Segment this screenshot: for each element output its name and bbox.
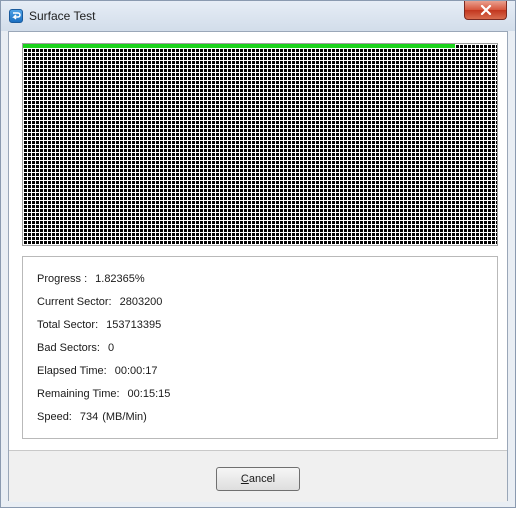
title-bar[interactable]: Surface Test: [1, 1, 515, 31]
remaining-time-value: 00:15:15: [127, 388, 171, 400]
cancel-label: ancel: [248, 473, 276, 485]
speed-row: Speed: 734 (MB/Min): [37, 411, 147, 425]
sector-map-completed: [23, 44, 455, 48]
cancel-mnemonic: C: [240, 473, 249, 485]
progress-label: Progress :: [37, 273, 88, 285]
surface-test-window: Surface Test Progress : 1.82365% Current …: [0, 0, 516, 508]
cancel-button[interactable]: Cancel: [216, 467, 300, 491]
info-panel: Progress : 1.82365% Current Sector: 280320…: [22, 256, 498, 439]
close-button[interactable]: [464, 1, 507, 20]
close-icon: [480, 5, 492, 15]
progress-row: Progress : 1.82365%: [37, 273, 145, 287]
remaining-time-row: Remaining Time: 00:15:15: [37, 388, 170, 402]
bad-sectors-value: 0: [107, 342, 115, 354]
speed-unit: (MB/Min): [102, 411, 147, 423]
current-sector-row: Current Sector: 2803200: [37, 296, 162, 310]
app-icon: [9, 9, 23, 23]
elapsed-time-label: Elapsed Time:: [37, 365, 107, 377]
sector-map: [22, 43, 498, 246]
remaining-time-label: Remaining Time:: [37, 388, 120, 400]
total-sector-value: 153713395: [106, 319, 162, 331]
total-sector-row: Total Sector: 153713395: [37, 319, 161, 333]
bad-sectors-row: Bad Sectors: 0: [37, 342, 114, 356]
bad-sectors-label: Bad Sectors:: [37, 342, 100, 354]
speed-label: Speed:: [37, 411, 72, 423]
current-sector-value: 2803200: [119, 296, 163, 308]
window-title: Surface Test: [29, 9, 96, 23]
current-sector-label: Current Sector:: [37, 296, 112, 308]
elapsed-time-row: Elapsed Time: 00:00:17: [37, 365, 158, 379]
total-sector-label: Total Sector:: [37, 319, 99, 331]
dialog-footer: Cancel: [9, 450, 507, 502]
elapsed-time-value: 00:00:17: [114, 365, 158, 377]
dialog-content: Progress : 1.82365% Current Sector: 280320…: [8, 31, 508, 502]
speed-value: 734: [79, 411, 99, 423]
progress-value: 1.82365%: [95, 273, 145, 285]
